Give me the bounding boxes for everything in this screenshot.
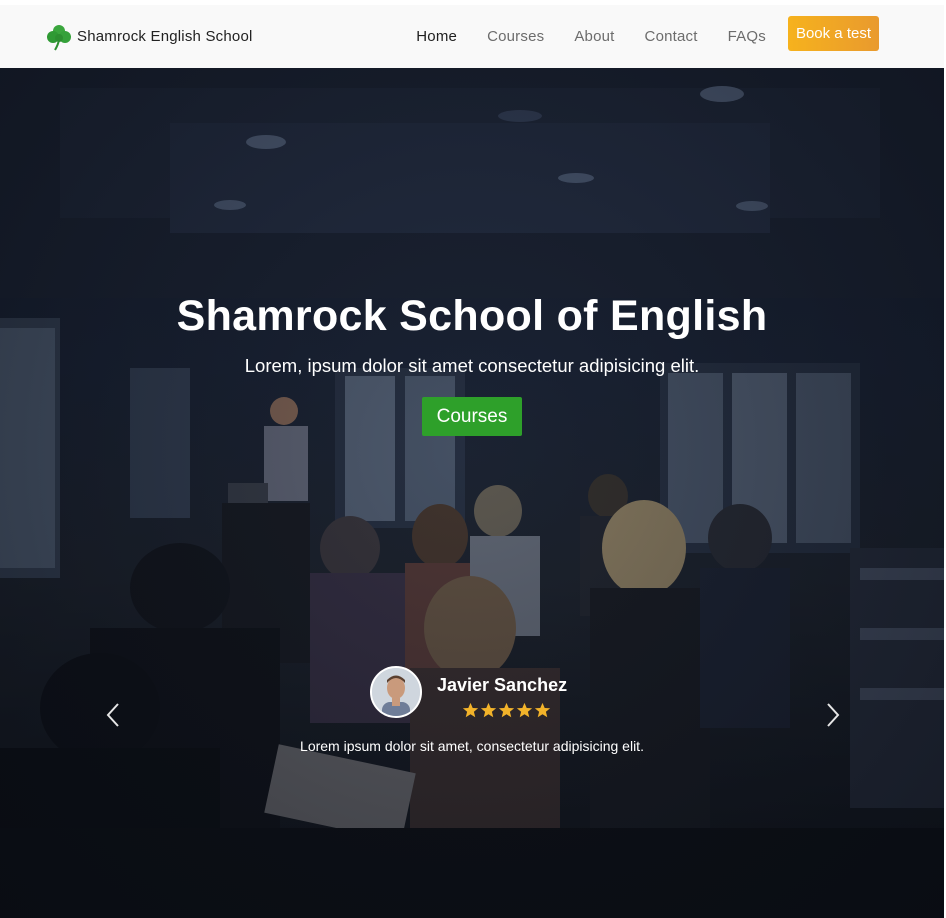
courses-button[interactable]: Courses <box>422 397 522 436</box>
review-text: Lorem ipsum dolor sit amet, consectetur … <box>300 738 644 754</box>
star-icon <box>516 702 533 718</box>
nav-link-home[interactable]: Home <box>416 28 457 45</box>
testimonial-slide: Javier Sanchez Lorem ipsum dolor sit ame… <box>0 666 944 766</box>
star-icon <box>498 702 515 718</box>
hero-title: Shamrock School of English <box>176 292 768 340</box>
reviewer-photo <box>372 668 420 716</box>
star-icon <box>534 702 551 718</box>
nav-links: Home Courses About Contact FAQs Book a t… <box>386 16 879 54</box>
nav-link-contact[interactable]: Contact <box>645 28 698 45</box>
brand-name: Shamrock English School <box>77 28 253 45</box>
book-a-test-button[interactable]: Book a test <box>787 16 879 51</box>
avatar <box>370 666 422 718</box>
hero-overlay <box>0 68 944 918</box>
hero-subtitle: Lorem, ipsum dolor sit amet consectetur … <box>244 355 700 376</box>
reviewer-name: Javier Sanchez <box>437 675 568 695</box>
brand-link[interactable]: Shamrock English School <box>45 23 253 51</box>
nav-link-courses[interactable]: Courses <box>487 28 544 45</box>
page: Shamrock English School Home Courses Abo… <box>0 0 946 918</box>
navbar: Shamrock English School Home Courses Abo… <box>0 0 944 68</box>
nav-link-about[interactable]: About <box>574 28 614 45</box>
star-icon <box>480 702 497 718</box>
star-rating <box>462 702 552 719</box>
shamrock-icon <box>47 24 71 51</box>
nav-link-faqs[interactable]: FAQs <box>728 28 766 45</box>
hero-section: Shamrock School of English Lorem, ipsum … <box>0 68 944 918</box>
star-icon <box>462 702 479 718</box>
